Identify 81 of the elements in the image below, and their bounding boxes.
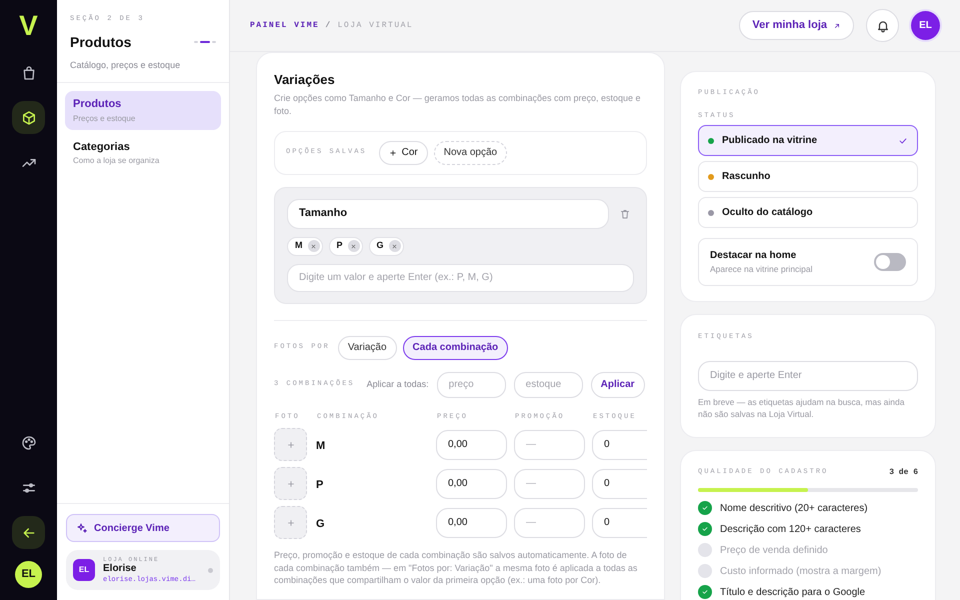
- nav-item[interactable]: Categorias Como a loja se organiza: [65, 134, 221, 172]
- combination-name: G: [316, 518, 325, 530]
- table-input-field[interactable]: 0,00: [436, 430, 507, 460]
- combination-name: P: [316, 478, 324, 490]
- breadcrumb-separator: /: [325, 20, 332, 32]
- photos-by-option[interactable]: Variação: [338, 336, 397, 360]
- sparkle-icon: [76, 522, 88, 534]
- box-icon: [20, 110, 36, 126]
- nav-button[interactable]: [12, 516, 45, 549]
- user-avatar[interactable]: EL: [911, 11, 940, 40]
- status-option[interactable]: Oculto do catálogo: [698, 197, 918, 228]
- check-icon: [701, 588, 709, 596]
- store-avatar: EL: [73, 559, 95, 581]
- option-name-field[interactable]: Tamanho: [287, 198, 609, 228]
- tags-note: Em breve — as etiquetas ajudam na busca, mas ainda não são salvas na Loja Virtual.: [698, 396, 906, 420]
- apply-button[interactable]: Aplicar: [590, 372, 645, 398]
- concierge-button[interactable]: Concierge Vime: [66, 514, 220, 542]
- quality-count: 3 de 6: [889, 466, 918, 478]
- value-input-field[interactable]: Digite um valor e aperte Enter (ex.: P, M, G): [287, 264, 634, 292]
- highlight-title: Destacar na home: [710, 249, 798, 264]
- card-title: Variações: [274, 71, 336, 89]
- checklist-item: Custo informado (mostra a margem): [720, 564, 882, 578]
- table-input-field[interactable]: 0: [592, 468, 647, 498]
- status-option[interactable]: Publicado na vitrine: [698, 125, 918, 156]
- nav-item-sublabel: Preços e estoque: [73, 112, 136, 124]
- status-option[interactable]: Rascunho: [698, 161, 918, 192]
- bell-icon: [876, 18, 890, 32]
- sidebar-subtitle: Catálogo, preços e estoque: [70, 58, 182, 72]
- value-chip[interactable]: M: [287, 236, 322, 256]
- table-input-field[interactable]: 0: [592, 430, 647, 460]
- check-icon: [701, 525, 709, 533]
- promo-price-field[interactable]: —: [514, 430, 585, 460]
- nav-item[interactable]: Produtos Preços e estoque: [65, 91, 221, 130]
- breadcrumb-item: LOJA VIRTUAL: [338, 20, 414, 32]
- checklist-item: Descrição com 120+ caracteres: [720, 522, 861, 536]
- close-icon: [391, 242, 398, 250]
- table-input-field[interactable]: 0: [592, 508, 647, 538]
- close-icon: [310, 242, 317, 250]
- check-icon: [898, 136, 908, 146]
- notifications-button[interactable]: [866, 9, 899, 42]
- plus-icon: [388, 148, 397, 156]
- checklist-item: Título e descrição para o Google: [720, 586, 866, 600]
- table-input-field[interactable]: 0,00: [436, 468, 507, 498]
- plus-icon: [286, 440, 296, 450]
- nav-item-label: Produtos: [73, 97, 122, 112]
- card-description: Crie opções como Tamanho e Cor — geramos todas as combinações com preço, estoque e foto.: [274, 92, 642, 118]
- photos-by-option[interactable]: Cada combinação: [402, 336, 508, 360]
- table-input-field[interactable]: 0,00: [436, 508, 507, 538]
- promo-price-field[interactable]: —: [514, 508, 585, 538]
- bulk-input-field[interactable]: estoque: [514, 372, 583, 398]
- checklist-item: Preço de venda definido: [720, 544, 828, 558]
- bag-icon: [20, 64, 36, 80]
- toggle-switch[interactable]: [874, 253, 906, 271]
- palette-icon: [20, 434, 36, 450]
- plus-icon: [286, 478, 296, 488]
- checklist-item: Nome descritivo (20+ caracteres): [720, 502, 868, 516]
- nav-item-label: Categorias: [73, 140, 131, 154]
- breadcrumb-item[interactable]: PAINEL VIME: [250, 20, 320, 32]
- user-avatar[interactable]: EL: [15, 561, 42, 588]
- external-link-icon: [833, 22, 841, 30]
- new-option-chip[interactable]: Nova opção: [434, 140, 508, 164]
- logo: V: [19, 12, 38, 40]
- promo-price-field[interactable]: —: [514, 468, 585, 498]
- tags-input-field[interactable]: Digite e aperte Enter: [698, 360, 918, 390]
- nav-button[interactable]: [12, 101, 45, 134]
- close-icon: [350, 242, 358, 250]
- help-text: Preço, promoção e estoque de cada combinação são salvos automaticamente. A foto de cada combinação também — em "Fotos por: Variação" a mesma foto é aplicada a todas as combinações que compartilham o valor da primeira opção (ex.: uma foto por Cor).: [274, 549, 638, 586]
- apply-all-label: Aplicar a todas:: [366, 378, 429, 391]
- value-chip[interactable]: G: [368, 236, 404, 256]
- delete-icon: [619, 208, 631, 220]
- combination-name: M: [316, 440, 326, 452]
- add-option-chip[interactable]: Cor: [378, 140, 428, 164]
- highlight-subtitle: Aparece na vitrine principal: [710, 263, 814, 276]
- view-store-button[interactable]: Ver minha loja: [739, 11, 854, 40]
- sidebar-title: Produtos: [70, 32, 132, 52]
- nav-item-sublabel: Como a loja se organiza: [73, 155, 160, 167]
- value-chip[interactable]: P: [328, 236, 363, 256]
- bulk-input-field[interactable]: preço: [436, 372, 506, 398]
- store-name: Elorise: [103, 563, 138, 576]
- plus-icon: [286, 518, 296, 528]
- check-icon: [701, 504, 709, 512]
